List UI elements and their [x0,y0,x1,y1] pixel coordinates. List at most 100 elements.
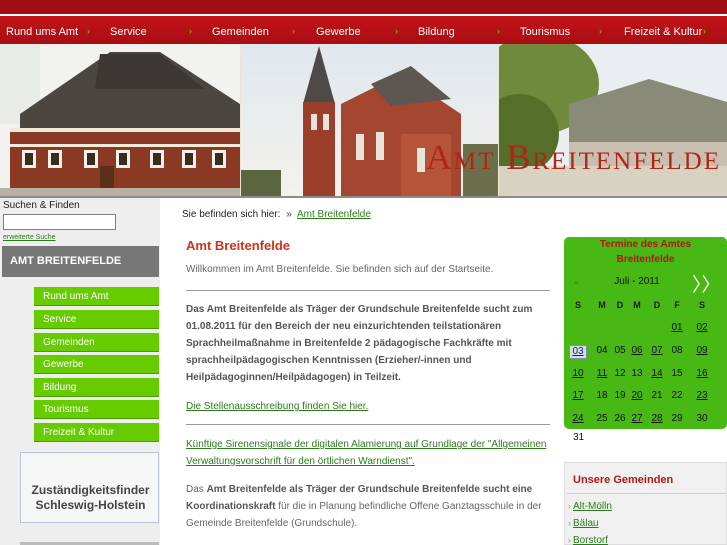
coordinator-announcement-text: Das Amt Breitenfelde als Träger der Grun… [186,481,554,532]
arrow-icon: › [568,501,571,511]
nav-arrow-icon: › [599,26,602,36]
welcome-text: Willkommen im Amt Breitenfelde. Sie befi… [186,264,494,275]
calendar-day[interactable]: 27 [628,413,646,424]
calendar-day: 13 [631,368,643,379]
gemeinde-label: Borstorf [573,535,609,545]
header-banner: Amt Breitenfelde [0,44,727,196]
calendar-day[interactable]: 20 [628,390,646,401]
calendar-weekday: D [616,300,624,310]
nav-rund-ums-amt[interactable]: Rund ums Amt [6,16,78,44]
sidebar-item-gemeinden[interactable]: Gemeinden [34,333,159,352]
calendar-day: 12 [614,368,626,379]
arrow-icon: › [568,535,571,545]
nav-arrow-icon: › [497,26,500,36]
calendar-day[interactable]: 23 [693,390,711,401]
gemeinde-label: Bälau [573,518,599,529]
sidebar-header[interactable]: AMT BREITENFELDE [2,246,159,277]
calendar-day[interactable]: 14 [648,368,666,379]
calendar-weekday: F [674,300,680,310]
calendar-day: 26 [614,413,626,424]
banner-photo-house [0,44,240,196]
sidebar-item-tourismus[interactable]: Tourismus [34,400,159,419]
sidebar-item-rund-ums-amt[interactable]: Rund ums Amt [34,287,159,306]
breadcrumb-label: Sie befinden sich hier: [182,209,281,220]
calendar-day: 29 [671,413,683,424]
calendar-day: 18 [596,390,608,401]
nav-arrow-icon: › [395,26,398,36]
content-divider [186,424,550,425]
gemeinde-link-baelau[interactable]: › Bälau [568,518,599,529]
calendar-today[interactable]: 03 [569,345,587,359]
finder-line-2: Schleswig-Holstein [35,498,146,512]
calendar-day: 21 [651,390,663,401]
search-label: Suchen & Finden [3,200,80,211]
calendar-day[interactable]: 11 [593,368,611,379]
calendar-day: 08 [671,345,683,356]
calendar-day[interactable]: 17 [569,390,587,401]
calendar-month: Juli - 2011 [614,276,660,287]
zustaendigkeitsfinder-banner[interactable]: Zuständigkeitsfinder Schleswig-Holstein [20,452,159,523]
left-sidebar: Suchen & Finden erweiterte Suche AMT BRE… [0,198,160,545]
calendar-day: 04 [596,345,608,356]
nav-arrow-icon: › [292,26,295,36]
calendar-day[interactable]: 24 [569,413,587,424]
calendar-day[interactable]: 02 [693,322,711,333]
gemeinde-link-borstorf[interactable]: › Borstorf [568,535,608,545]
gemeinde-label: Alt-Mölln [573,501,612,512]
sidebar-item-freizeit-kultur[interactable]: Freizeit & Kultur [34,423,159,442]
search-input[interactable] [3,214,116,230]
calendar-day[interactable]: 28 [648,413,666,424]
nav-arrow-icon: › [703,26,706,36]
banner-title: Amt Breitenfelde [425,137,721,177]
calendar-weekday: M [598,300,606,310]
calendar-day[interactable]: 16 [693,368,711,379]
page-title: Amt Breitenfelde [186,238,291,253]
calendar-day: 25 [596,413,608,424]
nav-bildung[interactable]: Bildung [418,16,455,44]
breadcrumb: Sie befinden sich hier: » Amt Breitenfel… [182,209,371,220]
nav-arrow-icon: › [87,26,90,36]
calendar-day[interactable]: 10 [569,368,587,379]
calendar-day[interactable]: 01 [668,322,686,333]
gemeinden-divider [567,493,726,494]
arrow-icon: › [568,518,571,528]
calendar-day: 30 [696,413,708,424]
calendar-day: 05 [614,345,626,356]
job-announcement-text: Das Amt Breitenfelde als Träger der Grun… [186,301,554,386]
content-divider [186,290,550,291]
calendar-weekday: S [698,300,705,310]
calendar-weekday: M [633,300,641,310]
sidebar-item-gewerbe[interactable]: Gewerbe [34,355,159,374]
job-posting-link[interactable]: Die Stellenausschreibung finden Sie hier… [186,398,554,415]
sidebar-item-service[interactable]: Service [34,310,159,329]
calendar-weekday: S [574,300,581,310]
nav-arrow-icon: › [189,26,192,36]
main-content: Sie befinden sich hier: » Amt Breitenfel… [170,198,560,545]
calendar-weekday: D [653,300,661,310]
gemeinden-title: Unsere Gemeinden [573,474,674,486]
calendar-next-icon[interactable]: 〉〉 [692,270,721,297]
finder-line-1: Zuständigkeitsfinder [31,483,150,497]
calendar-day: 31 [573,432,585,443]
nav-freizeit-kultur[interactable]: Freizeit & Kultur [624,16,702,44]
breadcrumb-current-link[interactable]: Amt Breitenfelde [297,209,371,220]
calendar-day[interactable]: 06 [628,345,646,356]
calendar-day: 22 [671,390,683,401]
sidebar-item-bildung[interactable]: Bildung [34,378,159,397]
gemeinden-panel: Unsere Gemeinden › Alt-Mölln › Bälau › Bors… [564,462,727,545]
advanced-search-link[interactable]: erweiterte Suche [3,234,56,241]
calendar-title-line-2: Breitenfelde [616,254,675,265]
siren-signals-link[interactable]: Künftige Sirenensignale der digitalen Al… [186,436,554,470]
calendar-day[interactable]: 09 [693,345,711,356]
nav-gewerbe[interactable]: Gewerbe [316,16,361,44]
nav-service[interactable]: Service [110,16,147,44]
calendar-day: 15 [671,368,683,379]
events-calendar: Termine des Amtes Breitenfelde « Juli - … [564,237,727,429]
gemeinde-link-alt-moelln[interactable]: › Alt-Mölln [568,501,612,512]
job-announcement-bold: Das Amt Breitenfelde als Träger der Grun… [186,304,533,383]
nav-gemeinden[interactable]: Gemeinden [212,16,269,44]
nav-tourismus[interactable]: Tourismus [520,16,570,44]
calendar-day[interactable]: 07 [648,345,666,356]
calendar-title: Termine des Amtes [599,239,692,250]
top-navigation: Rund ums Amt › Service › Gemeinden › Gew… [0,0,727,44]
